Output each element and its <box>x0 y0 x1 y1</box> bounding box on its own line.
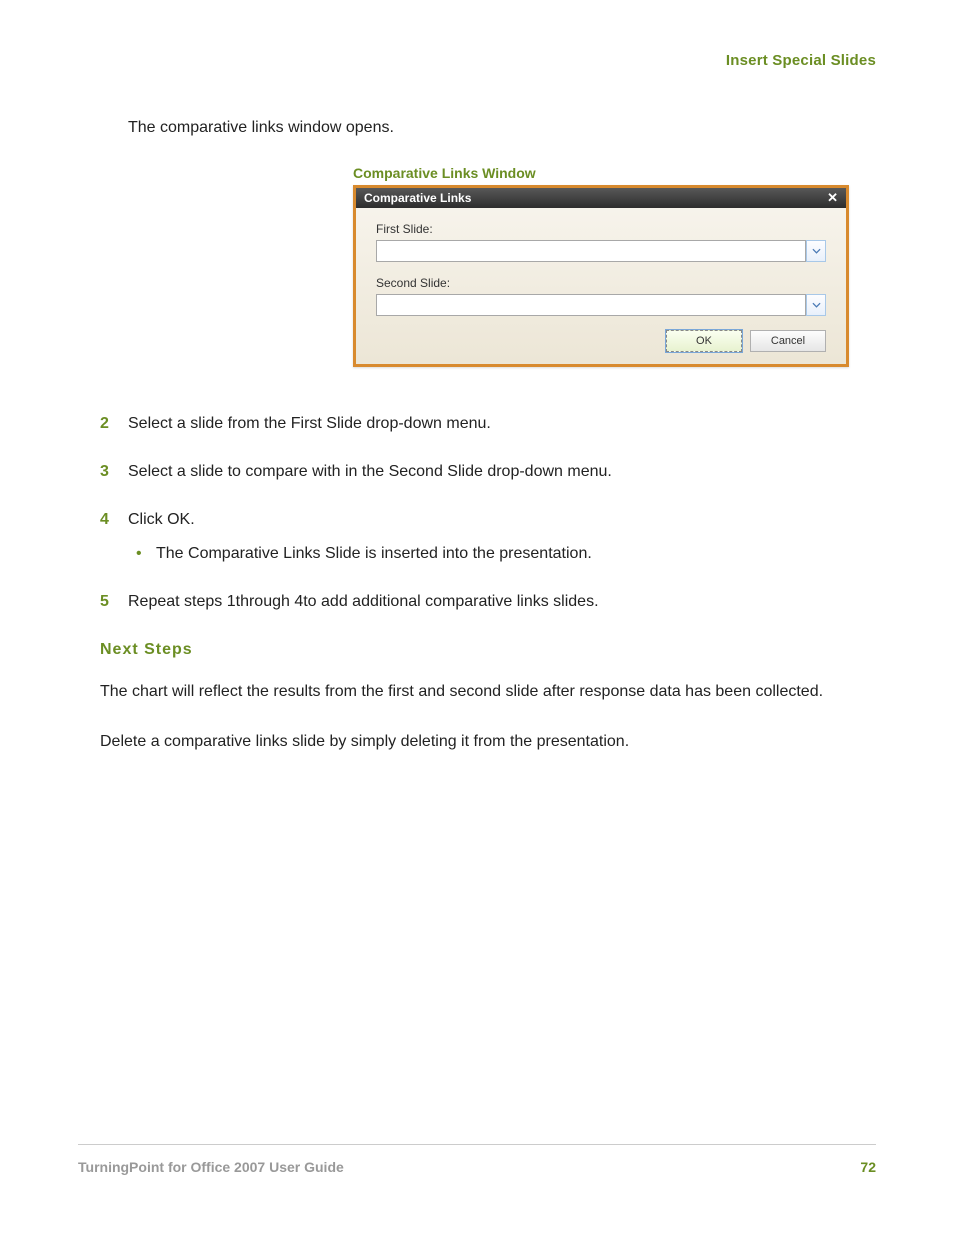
next-steps-heading: Next Steps <box>100 641 876 659</box>
step-number: 2 <box>100 415 128 433</box>
step-5: 5 Repeat steps 1through 4to add addition… <box>100 593 876 611</box>
second-slide-combo[interactable] <box>376 294 826 316</box>
section-header: Insert Special Slides <box>78 52 876 69</box>
comparative-links-dialog: Comparative Links ✕ First Slide: Second … <box>353 185 849 367</box>
step-number: 5 <box>100 593 128 611</box>
paragraph-1: The chart will reflect the results from … <box>100 681 876 703</box>
figure-caption: Comparative Links Window <box>353 165 876 181</box>
second-slide-label: Second Slide: <box>376 276 826 290</box>
step-4-bullet: • The Comparative Links Slide is inserte… <box>136 545 876 563</box>
intro-text: The comparative links window opens. <box>128 119 876 137</box>
bullet-text: The Comparative Links Slide is inserted … <box>156 545 592 563</box>
page-number: 72 <box>860 1159 876 1175</box>
paragraph-2: Delete a comparative links slide by simp… <box>100 731 876 753</box>
cancel-button[interactable]: Cancel <box>750 330 826 352</box>
bullet-icon: • <box>136 545 156 563</box>
first-slide-label: First Slide: <box>376 222 826 236</box>
step-number: 3 <box>100 463 128 481</box>
close-icon[interactable]: ✕ <box>827 190 838 206</box>
page-footer: TurningPoint for Office 2007 User Guide … <box>78 1144 876 1175</box>
step-text: Select a slide from the First Slide drop… <box>128 415 491 433</box>
step-text: Select a slide to compare with in the Se… <box>128 463 612 481</box>
step-text: Repeat steps 1through 4to add additional… <box>128 593 599 611</box>
step-number: 4 <box>100 511 128 529</box>
second-slide-input[interactable] <box>376 294 806 316</box>
footer-guide-title: TurningPoint for Office 2007 User Guide <box>78 1159 344 1175</box>
ok-button[interactable]: OK <box>666 330 742 352</box>
dialog-titlebar: Comparative Links ✕ <box>356 188 846 208</box>
dialog-button-row: OK Cancel <box>376 330 826 352</box>
step-4: 4 Click OK. <box>100 511 876 529</box>
first-slide-combo[interactable] <box>376 240 826 262</box>
dialog-body: First Slide: Second Slide: OK Cancel <box>356 208 846 364</box>
step-text: Click OK. <box>128 511 195 529</box>
first-slide-input[interactable] <box>376 240 806 262</box>
step-2: 2 Select a slide from the First Slide dr… <box>100 415 876 433</box>
chevron-down-icon[interactable] <box>806 240 826 262</box>
chevron-down-icon[interactable] <box>806 294 826 316</box>
dialog-title: Comparative Links <box>364 191 471 205</box>
step-3: 3 Select a slide to compare with in the … <box>100 463 876 481</box>
